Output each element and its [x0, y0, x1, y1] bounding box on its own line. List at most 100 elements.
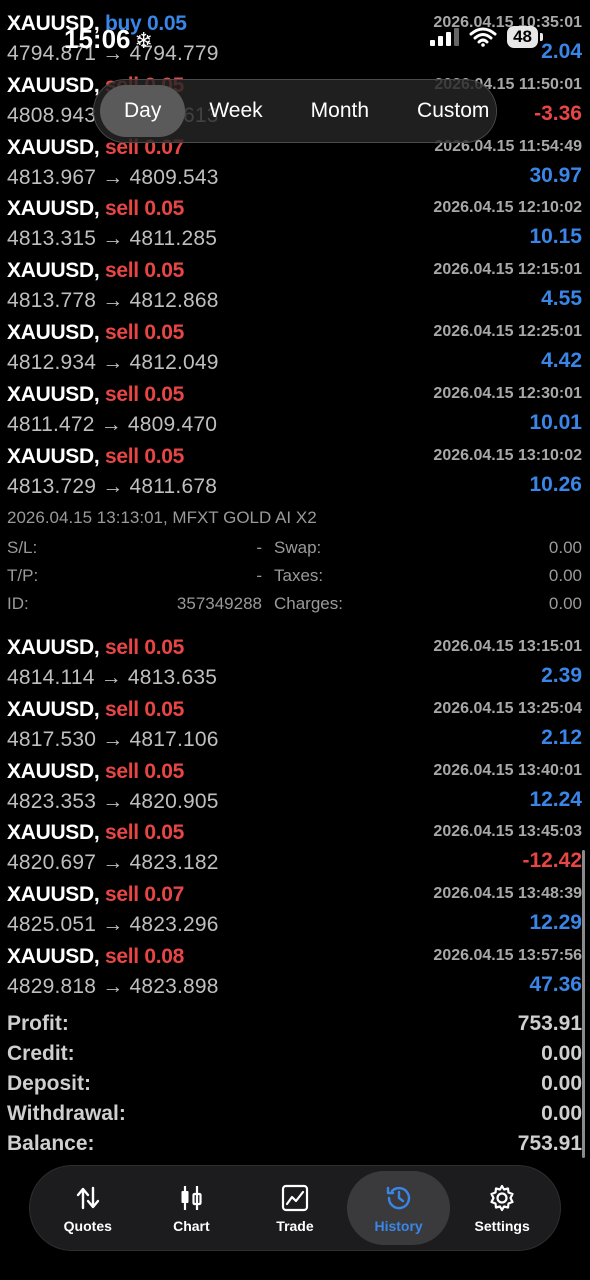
- tab-label: Settings: [474, 1217, 530, 1234]
- trade-profit: -3.36: [534, 101, 582, 125]
- trade-symbol: XAUUSD, sell 0.05: [7, 259, 184, 283]
- trade-symbol: XAUUSD, sell 0.05: [7, 445, 184, 469]
- trade-time: 2026.04.15 13:48:39: [433, 885, 582, 903]
- trade-chart-icon: [281, 1184, 309, 1211]
- symbol-name: XAUUSD,: [7, 759, 100, 783]
- tp-label: T/P:: [7, 566, 39, 585]
- trade-time: 2026.04.15 13:10:02: [433, 446, 582, 464]
- trade-profit: 10.26: [529, 472, 582, 496]
- symbol-name: XAUUSD,: [7, 382, 100, 406]
- symbol-name: XAUUSD,: [7, 883, 100, 907]
- trade-prices: 4823.353 → 4820.905: [7, 789, 219, 813]
- summary-value: 0.00: [541, 1072, 582, 1095]
- scroll-indicator[interactable]: [582, 850, 585, 1158]
- trade-side: sell 0.07: [104, 883, 185, 907]
- trade-time: 2026.04.15 12:30:01: [433, 384, 582, 402]
- swap-value: 0.00: [548, 538, 582, 557]
- trade-detail-panel[interactable]: 2026.04.15 13:13:01, MFXT GOLD AI X2 S/L…: [0, 502, 590, 626]
- account-summary: Profit: 753.91 Credit: 0.00 Deposit: 0.0…: [0, 1010, 590, 1160]
- period-week[interactable]: Week: [185, 85, 286, 137]
- summary-label: Profit:: [7, 1012, 69, 1035]
- trade-row[interactable]: XAUUSD, sell 0.05 4812.934 → 4812.049 2026…: [0, 317, 590, 379]
- trade-row[interactable]: XAUUSD, sell 0.05 4813.729 → 4811.678 2026…: [0, 441, 590, 503]
- status-bar: 15:06 ❄ 48: [0, 0, 590, 80]
- trade-symbol: XAUUSD, sell 0.05: [7, 383, 184, 407]
- tab-settings[interactable]: Settings: [450, 1171, 554, 1245]
- summary-value: 0.00: [541, 1102, 582, 1125]
- trade-row[interactable]: XAUUSD, sell 0.05 4823.353 → 4820.905 2026…: [0, 756, 590, 818]
- symbol-name: XAUUSD,: [7, 444, 100, 468]
- trade-prices: 4814.114 → 4813.635: [7, 666, 218, 689]
- period-selector[interactable]: Day Week Month Custom: [94, 80, 496, 142]
- trade-symbol: XAUUSD, sell 0.05: [7, 197, 184, 221]
- detail-header: 2026.04.15 13:13:01, MFXT GOLD AI X2: [7, 508, 317, 527]
- trade-row[interactable]: XAUUSD, sell 0.05 4811.472 → 4809.470 2026…: [0, 379, 590, 441]
- tab-quotes[interactable]: Quotes: [36, 1171, 140, 1245]
- trade-row[interactable]: XAUUSD, sell 0.07 4825.051 → 4823.296 2026…: [0, 879, 590, 941]
- taxes-value: 0.00: [548, 566, 582, 585]
- trade-side: sell 0.05: [104, 636, 185, 659]
- trade-row[interactable]: XAUUSD, sell 0.05 4820.697 → 4823.182 2026…: [0, 817, 590, 879]
- trade-prices: 4813.729 → 4811.678: [7, 474, 218, 498]
- trade-profit: 30.97: [529, 163, 582, 187]
- trade-prices: 4813.778 → 4812.868: [7, 289, 219, 313]
- period-day[interactable]: Day: [100, 85, 186, 137]
- trade-row[interactable]: XAUUSD, sell 0.05 4817.530 → 4817.106 2026…: [0, 694, 590, 756]
- summary-row-deposit: Deposit: 0.00: [0, 1070, 590, 1100]
- trade-row[interactable]: XAUUSD, sell 0.05 4814.114 → 4813.635 2026…: [0, 632, 590, 694]
- trade-prices: 4817.530 → 4817.106: [7, 727, 219, 751]
- trade-symbol: XAUUSD, sell 0.05: [7, 821, 184, 845]
- clock: 15:06: [64, 24, 131, 54]
- status-icons: 48: [429, 26, 543, 48]
- tab-history[interactable]: History: [346, 1171, 451, 1245]
- summary-value: 753.91: [517, 1132, 582, 1155]
- snowflake-icon: ❄: [134, 28, 153, 53]
- taxes-label: Taxes:: [274, 566, 324, 585]
- trade-profit: 4.42: [541, 348, 582, 372]
- tab-trade[interactable]: Trade: [243, 1171, 347, 1245]
- trade-time: 2026.04.15 12:10:02: [433, 199, 582, 217]
- trade-symbol: XAUUSD, sell 0.05: [7, 698, 184, 722]
- summary-label: Credit:: [7, 1042, 75, 1065]
- summary-label: Withdrawal:: [7, 1102, 126, 1125]
- quotes-arrows-icon: [76, 1186, 99, 1209]
- period-custom[interactable]: Custom: [393, 85, 513, 137]
- trade-prices: 4811.472 → 4809.470: [7, 412, 218, 436]
- trade-time: 2026.04.15 13:40:01: [433, 761, 582, 779]
- trade-profit: 10.01: [529, 410, 582, 434]
- sl-value: -: [256, 538, 262, 557]
- symbol-name: XAUUSD,: [7, 135, 100, 159]
- status-time: 15:06 ❄: [64, 24, 153, 55]
- symbol-name: XAUUSD,: [7, 636, 100, 659]
- period-month[interactable]: Month: [287, 85, 393, 137]
- trade-side: sell 0.05: [104, 259, 185, 283]
- trade-prices: 4813.315 → 4811.285: [7, 227, 218, 251]
- trade-prices: 4813.967 → 4809.543: [7, 165, 219, 189]
- trade-prices: 4820.697 → 4823.182: [7, 851, 219, 875]
- trade-symbol: XAUUSD, sell 0.05: [7, 321, 184, 345]
- trade-symbol: XAUUSD, sell 0.07: [7, 883, 184, 907]
- trade-row[interactable]: XAUUSD, sell 0.05 4813.778 → 4812.868 2026…: [0, 255, 590, 317]
- bottom-tab-bar[interactable]: Quotes Chart Trade History Settings: [30, 1166, 560, 1250]
- swap-label: Swap:: [274, 538, 322, 557]
- trade-row[interactable]: XAUUSD, sell 0.08 4829.818 → 4823.898 2026…: [0, 941, 590, 1003]
- tab-chart[interactable]: Chart: [140, 1171, 244, 1245]
- symbol-name: XAUUSD,: [7, 197, 100, 221]
- trade-profit: -12.42: [522, 849, 582, 873]
- trade-profit: 12.24: [529, 787, 582, 811]
- id-value: 357349288: [176, 594, 262, 613]
- trade-side: sell 0.05: [104, 444, 185, 468]
- trade-time: 2026.04.15 13:45:03: [433, 823, 582, 841]
- sl-label: S/L:: [7, 538, 38, 557]
- trade-row[interactable]: XAUUSD, sell 0.05 4813.315 → 4811.285 2026…: [0, 193, 590, 255]
- trade-side: sell 0.05: [104, 821, 185, 845]
- trade-profit: 2.12: [541, 725, 582, 749]
- summary-row-withdrawal: Withdrawal: 0.00: [0, 1100, 590, 1130]
- trade-side: sell 0.05: [104, 320, 185, 344]
- battery-icon: 48: [507, 26, 543, 48]
- symbol-name: XAUUSD,: [7, 697, 100, 721]
- symbol-name: XAUUSD,: [7, 259, 100, 283]
- summary-value: 0.00: [541, 1042, 582, 1065]
- trade-time: 2026.04.15 13:15:01: [433, 638, 582, 655]
- trade-symbol: XAUUSD, sell 0.05: [7, 636, 184, 660]
